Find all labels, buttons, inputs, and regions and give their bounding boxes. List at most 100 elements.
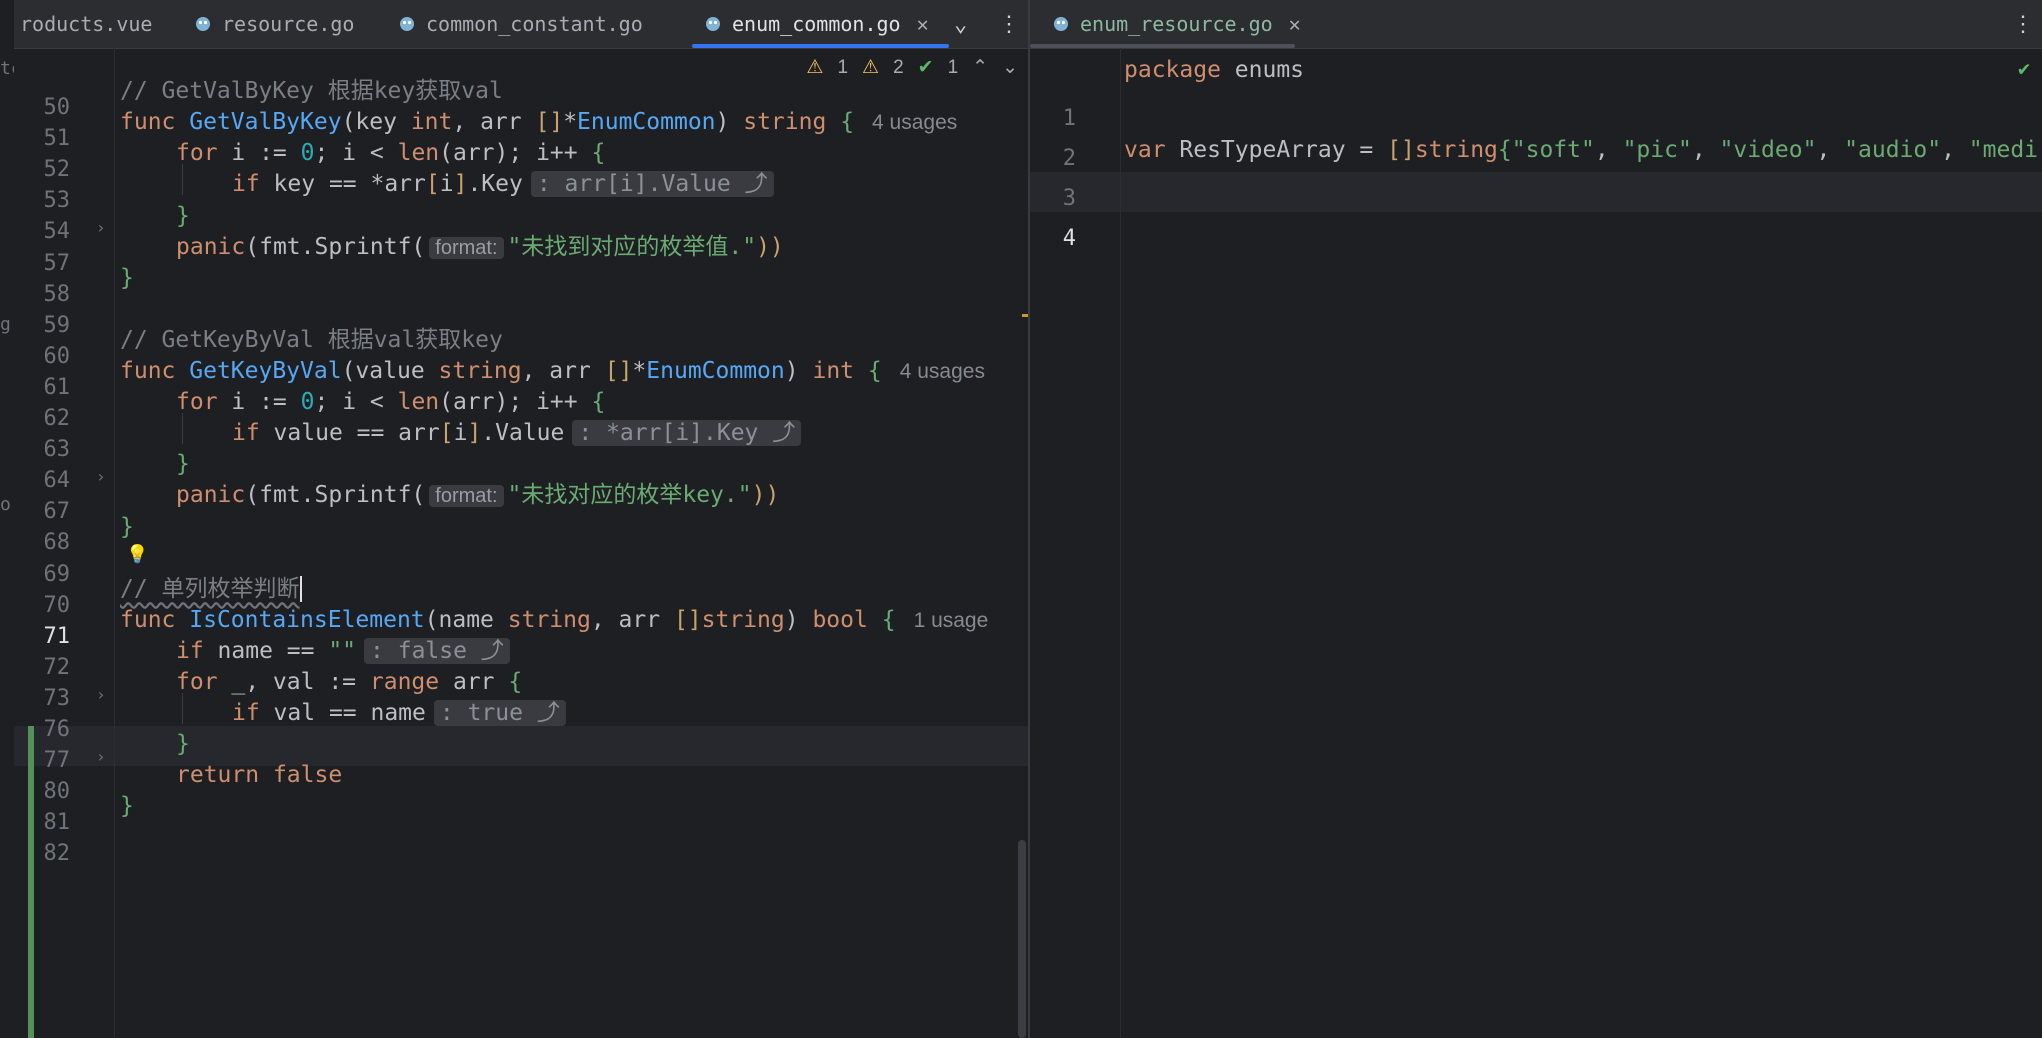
weak-warning-icon: ⚠	[862, 57, 880, 78]
code-text: }	[176, 451, 190, 478]
line-number: 69	[43, 561, 71, 587]
fold-chevron-icon[interactable]: ›	[96, 747, 106, 766]
code-text: }	[176, 202, 190, 229]
tab-enum-common-go[interactable]: enum_common.go ✕	[692, 0, 949, 48]
code-text: }	[120, 793, 134, 820]
tab-enum-resource-go[interactable]: enum_resource.go ✕	[1052, 0, 1301, 48]
string-literal: "video"	[1719, 137, 1817, 163]
folded-code-hint[interactable]: : true ⤴	[433, 700, 566, 727]
active-tab-indicator	[692, 44, 949, 48]
chevron-up-icon[interactable]: ⌃	[972, 56, 988, 79]
function-signature: (name string, arr []string) bool {	[424, 606, 896, 633]
current-line-highlight	[1030, 172, 2042, 212]
tab-label: roducts.vue	[20, 12, 153, 36]
tab-products-vue[interactable]: roducts.vue	[20, 0, 152, 48]
code-comment: // GetValByKey 根据key获取val	[120, 78, 503, 105]
lightbulb-icon[interactable]: 💡	[126, 544, 148, 565]
line-number: 76	[43, 717, 71, 742]
code-text: for _, val := range arr {	[176, 669, 523, 695]
folded-code-hint[interactable]: : *arr[i].Key ⤴	[572, 420, 802, 447]
chevron-down-icon[interactable]: ⌄	[1002, 56, 1018, 79]
tab-label: enum_common.go	[732, 12, 901, 36]
code-line: var ResTypeArray = []string{"soft", "pic…	[1124, 137, 2039, 163]
line-number: 52	[43, 157, 71, 183]
line-number: 57	[43, 250, 71, 276]
line-number: 58	[43, 281, 71, 307]
code-comment: // 单列枚举判断	[120, 575, 300, 602]
folded-code-hint[interactable]: : arr[i].Value ⤴	[530, 171, 774, 198]
close-icon[interactable]: ✕	[1289, 12, 1301, 36]
usages-hint[interactable]: 4 usages	[872, 111, 957, 134]
tab-common-constant-go[interactable]: common_constant.go	[398, 0, 643, 48]
line-number: 82	[43, 841, 71, 867]
line-number: 63	[43, 437, 71, 463]
indent-guide	[182, 413, 183, 445]
fold-chevron-icon[interactable]: ›	[96, 685, 106, 704]
left-tab-bar: roducts.vue resource.go common_constant.…	[14, 0, 1028, 49]
code-line: if value == arr[i].Value : *arr[i].Key ⤴	[232, 413, 802, 453]
tab-label: resource.go	[222, 12, 355, 36]
tab-resource-go[interactable]: resource.go	[194, 0, 354, 48]
code-text: return false	[176, 762, 343, 789]
keyword: var	[1124, 137, 1166, 163]
code-text: if key == *arr[i].Key	[232, 171, 523, 198]
code-line: }	[120, 507, 134, 547]
code-text: }	[120, 264, 134, 291]
code-comment: // GetKeyByVal 根据val获取key	[120, 326, 503, 353]
code-text: if value == arr[i].Value	[232, 420, 565, 447]
code-line: }	[120, 786, 134, 826]
left-edge-strip: tc g o	[0, 0, 14, 1038]
line-number: 3	[1062, 186, 1076, 211]
gutter-separator	[1120, 48, 1121, 1038]
closing-parens: ))	[756, 233, 784, 260]
string-literal: "medi	[1968, 137, 2039, 163]
chevron-down-icon[interactable]: ⌄	[954, 0, 967, 48]
line-number: 67	[43, 499, 71, 525]
line-number: 73	[43, 685, 71, 711]
code-line: package enums	[1124, 50, 1304, 90]
function-signature: (key int, arr []*EnumCommon) string {	[341, 109, 855, 136]
fold-chevron-icon[interactable]: ›	[96, 218, 106, 237]
vcs-change-marker[interactable]	[28, 726, 34, 1038]
usages-hint[interactable]: 4 usages	[900, 360, 985, 383]
code-text: if val == name	[232, 700, 426, 727]
vertical-scrollbar[interactable]	[1018, 840, 1026, 1038]
go-gopher-icon	[706, 17, 720, 31]
code-text: }	[120, 513, 134, 540]
more-options-icon[interactable]: ⋮	[998, 0, 1020, 48]
func-keyword: func	[120, 358, 176, 384]
inspection-widget[interactable]: ⚠ 1 ⚠ 2 ✔ 1 ⌃ ⌄	[806, 56, 1018, 79]
code-line: }	[120, 258, 134, 298]
line-number: 62	[43, 406, 71, 431]
line-number: 61	[43, 374, 71, 400]
right-editor-pane: enum_resource.go ✕ ⋮ 1 2 3 4 ✔ package enum…	[1030, 0, 2042, 1038]
more-options-icon[interactable]: ⋮	[2012, 0, 2034, 48]
parameter-name-hint: format:	[429, 485, 504, 508]
code-line: panic(fmt.Sprintf(format: "未找对应的枚举key."))	[176, 475, 779, 515]
weak-warning-count: 2	[893, 56, 904, 78]
line-number: 68	[43, 530, 71, 556]
code-line: if key == *arr[i].Key : arr[i].Value ⤴	[232, 164, 774, 204]
folded-code-hint[interactable]: : false ⤴	[364, 637, 510, 664]
function-signature: (value string, arr []*EnumCommon) int {	[341, 358, 882, 384]
check-icon: ✔	[2017, 56, 2030, 80]
line-number: 80	[43, 779, 71, 805]
identifier: enums	[1220, 57, 1305, 83]
right-gutter: 1 2 3 4	[1030, 48, 1120, 1038]
check-count: 1	[947, 56, 959, 78]
keyword: package	[1124, 57, 1221, 83]
strip-fragment: o	[0, 494, 11, 515]
identifier: ResTypeArray =	[1165, 137, 1388, 163]
usages-hint[interactable]: 1 usage	[914, 609, 989, 632]
line-number: 4	[1062, 226, 1076, 251]
tab-label: enum_resource.go	[1080, 12, 1273, 36]
code-text: for i := 0; i < len(arr); i++ {	[176, 140, 606, 167]
close-icon[interactable]: ✕	[917, 12, 929, 36]
line-number: 50	[43, 95, 71, 120]
go-gopher-icon	[400, 17, 414, 31]
go-gopher-icon	[196, 17, 210, 31]
fold-chevron-icon[interactable]: ›	[96, 467, 106, 486]
bracket: []	[1387, 137, 1415, 163]
code-text: if name == ""	[176, 637, 357, 664]
check-icon: ✔	[917, 57, 934, 78]
